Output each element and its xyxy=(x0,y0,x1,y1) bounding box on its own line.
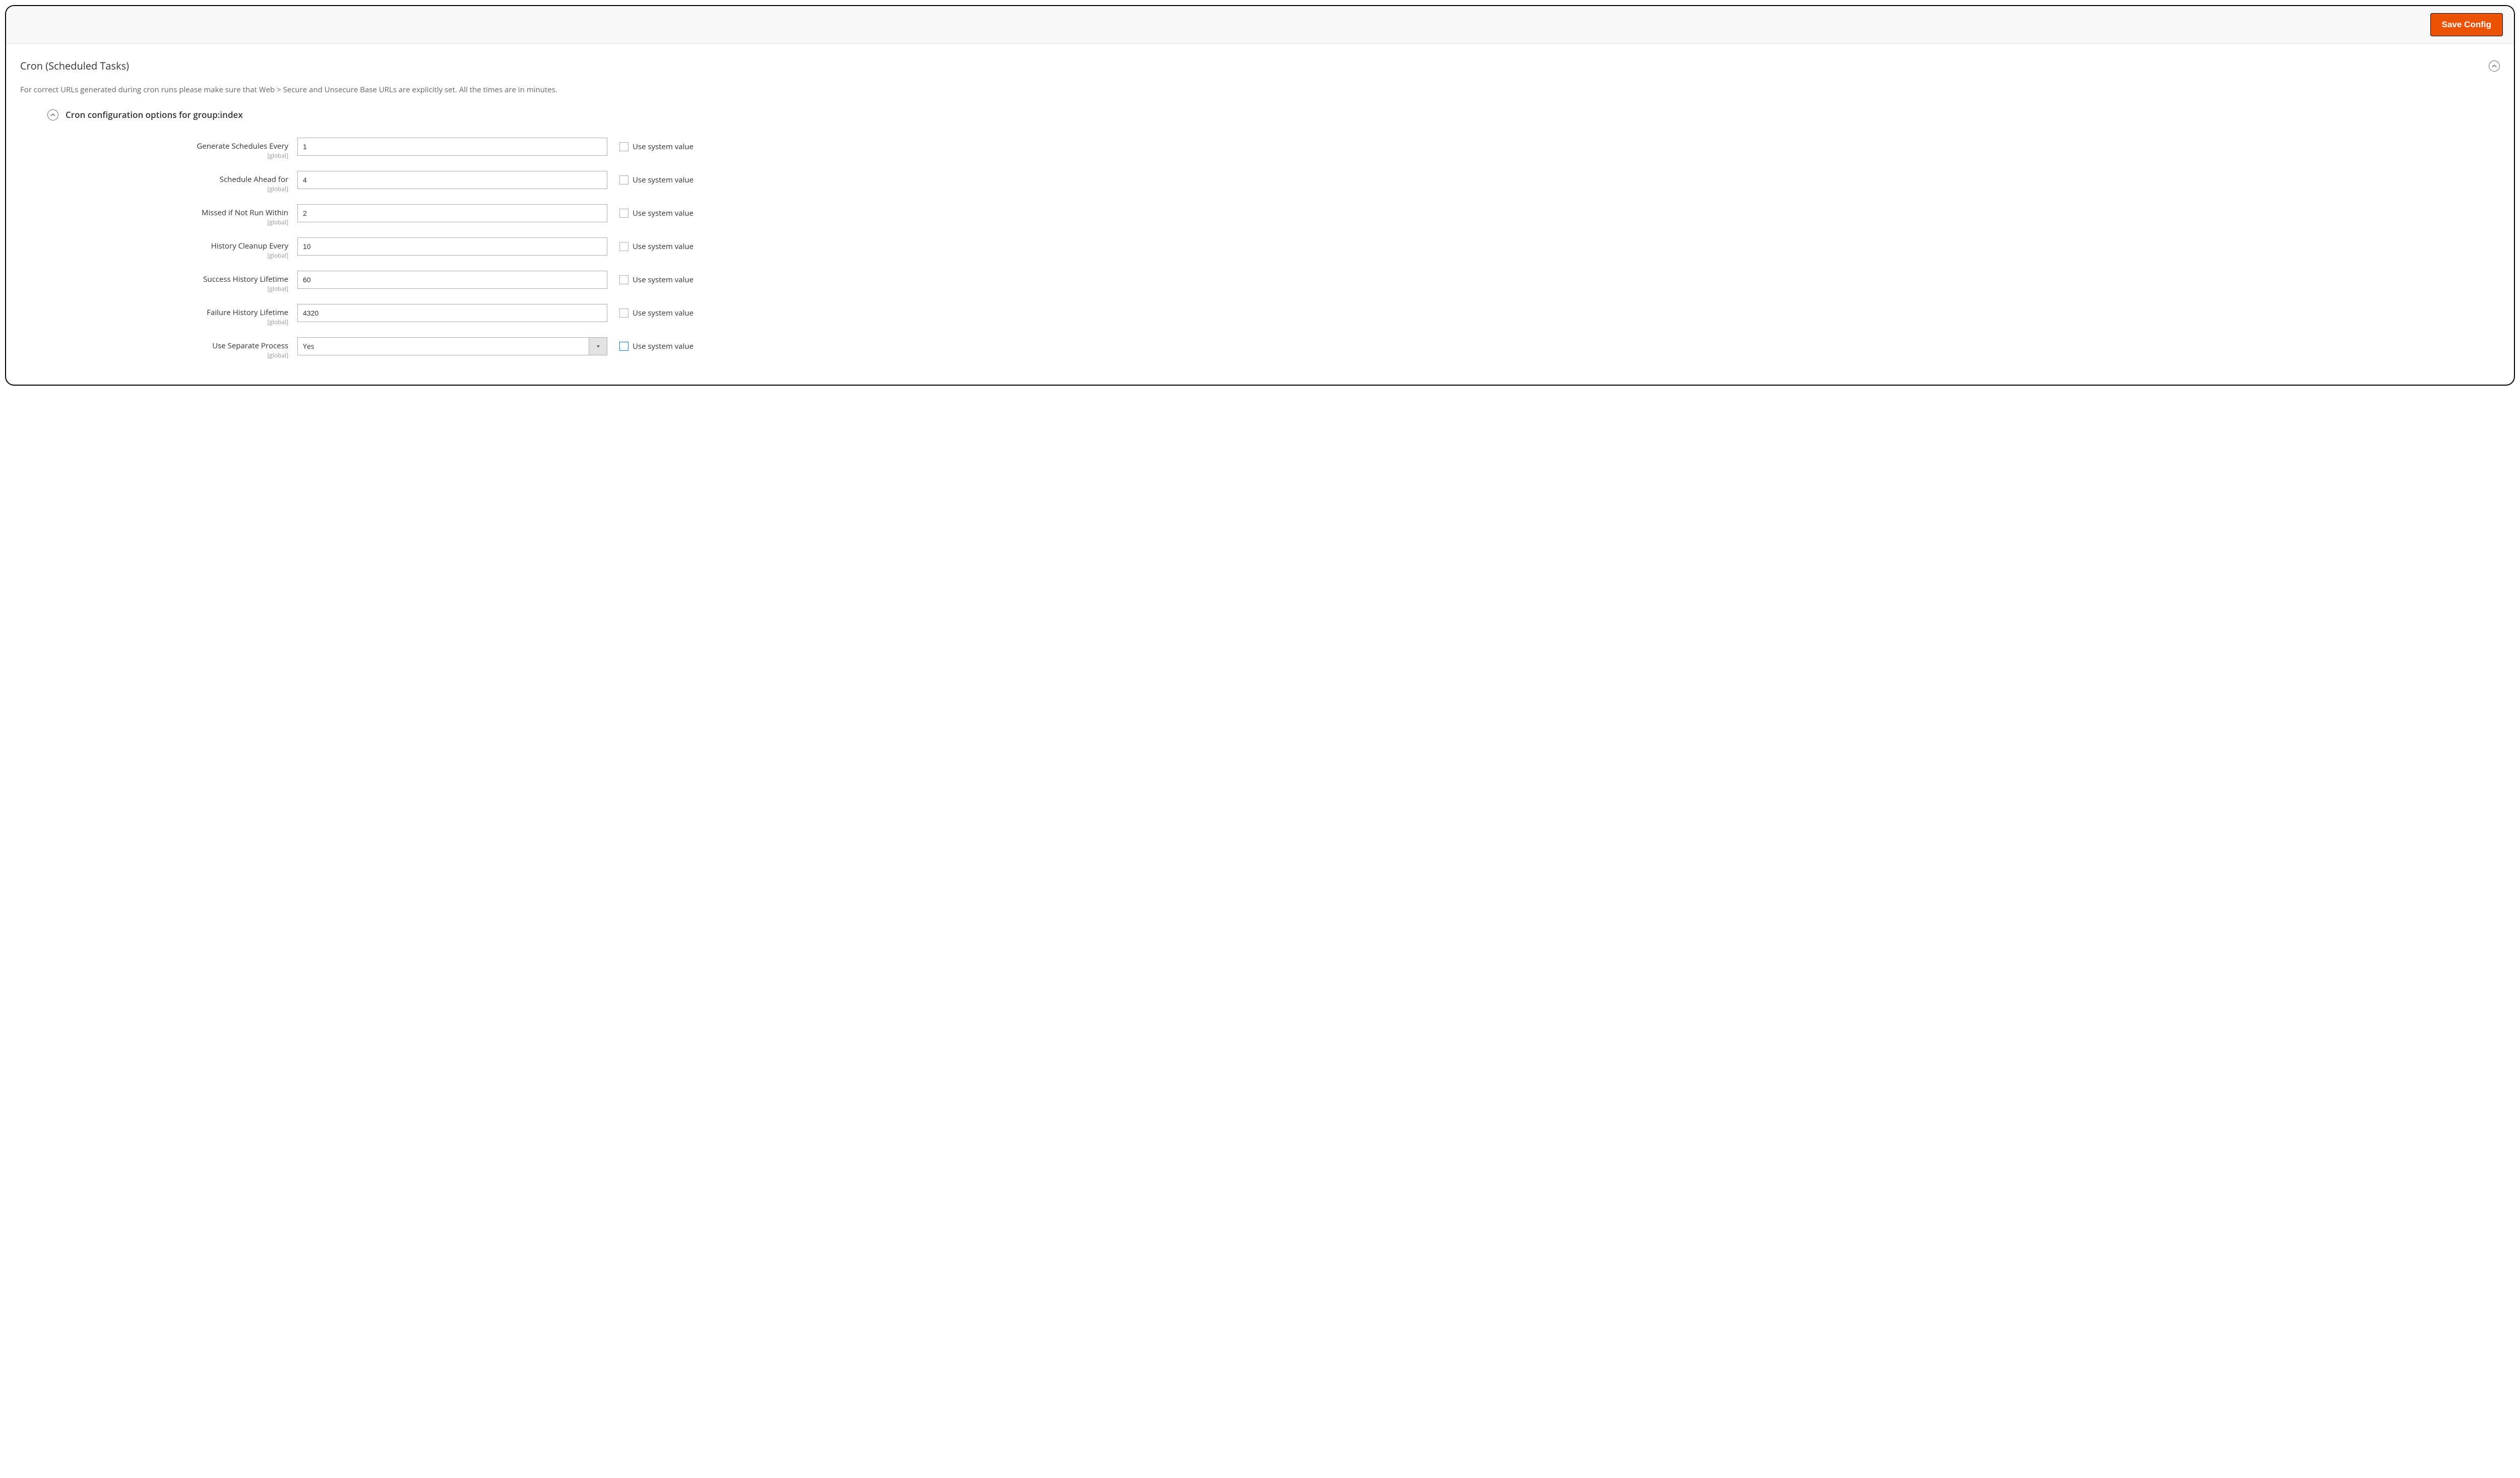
scope-label: [global] xyxy=(20,251,288,260)
checkbox-use-system-schedule-ahead[interactable] xyxy=(619,175,628,184)
select-separate-process[interactable]: Yes xyxy=(297,337,607,355)
scope-label: [global] xyxy=(20,184,288,193)
content-area: Cron (Scheduled Tasks) For correct URLs … xyxy=(6,44,2514,385)
checkbox-label[interactable]: Use system value xyxy=(633,208,694,218)
section-collapse-toggle[interactable] xyxy=(2489,60,2500,72)
section-title: Cron (Scheduled Tasks) xyxy=(20,59,129,73)
save-config-button[interactable]: Save Config xyxy=(2430,13,2503,36)
checkbox-use-system-missed-if[interactable] xyxy=(619,209,628,218)
label-history-cleanup: History Cleanup Every xyxy=(20,241,288,251)
row-success-lifetime: Success History Lifetime [global] Use sy… xyxy=(20,271,2500,293)
input-failure-lifetime[interactable] xyxy=(297,304,607,322)
input-success-lifetime[interactable] xyxy=(297,271,607,289)
input-history-cleanup[interactable] xyxy=(297,237,607,256)
subsection-header[interactable]: Cron configuration options for group:ind… xyxy=(47,109,2500,120)
section-note: For correct URLs generated during cron r… xyxy=(20,85,2500,95)
row-generate-schedules: Generate Schedules Every [global] Use sy… xyxy=(20,138,2500,160)
checkbox-use-system-success-lifetime[interactable] xyxy=(619,275,628,284)
input-schedule-ahead[interactable] xyxy=(297,171,607,189)
row-history-cleanup: History Cleanup Every [global] Use syste… xyxy=(20,237,2500,260)
chevron-up-icon xyxy=(50,112,55,117)
checkbox-label[interactable]: Use system value xyxy=(633,175,694,185)
select-value: Yes xyxy=(298,338,589,355)
label-separate-process: Use Separate Process xyxy=(20,341,288,350)
row-schedule-ahead: Schedule Ahead for [global] Use system v… xyxy=(20,171,2500,193)
subsection-collapse-toggle[interactable] xyxy=(47,109,58,120)
checkbox-label[interactable]: Use system value xyxy=(633,275,694,285)
subsection-title: Cron configuration options for group:ind… xyxy=(66,109,243,120)
checkbox-label[interactable]: Use system value xyxy=(633,241,694,252)
dropdown-arrow xyxy=(589,338,607,355)
checkbox-use-system-generate-schedules[interactable] xyxy=(619,142,628,151)
checkbox-label[interactable]: Use system value xyxy=(633,142,694,152)
row-failure-lifetime: Failure History Lifetime [global] Use sy… xyxy=(20,304,2500,326)
row-missed-if: Missed if Not Run Within [global] Use sy… xyxy=(20,204,2500,226)
label-success-lifetime: Success History Lifetime xyxy=(20,275,288,284)
label-schedule-ahead: Schedule Ahead for xyxy=(20,175,288,184)
section-header: Cron (Scheduled Tasks) xyxy=(20,59,2500,73)
scope-label: [global] xyxy=(20,284,288,293)
checkbox-use-system-failure-lifetime[interactable] xyxy=(619,309,628,318)
scope-label: [global] xyxy=(20,318,288,326)
input-generate-schedules[interactable] xyxy=(297,138,607,156)
form-rows: Generate Schedules Every [global] Use sy… xyxy=(20,138,2500,359)
scope-label: [global] xyxy=(20,151,288,160)
scope-label: [global] xyxy=(20,218,288,226)
input-missed-if[interactable] xyxy=(297,204,607,222)
checkbox-label[interactable]: Use system value xyxy=(633,308,694,318)
checkbox-use-system-history-cleanup[interactable] xyxy=(619,242,628,251)
triangle-down-icon xyxy=(596,344,600,348)
label-failure-lifetime: Failure History Lifetime xyxy=(20,308,288,317)
label-missed-if: Missed if Not Run Within xyxy=(20,208,288,217)
scope-label: [global] xyxy=(20,351,288,359)
checkbox-label[interactable]: Use system value xyxy=(633,341,694,351)
row-separate-process: Use Separate Process [global] Yes Use sy… xyxy=(20,337,2500,359)
chevron-up-icon xyxy=(2492,64,2497,69)
top-actions-bar: Save Config xyxy=(6,6,2514,44)
checkbox-use-system-separate-process[interactable] xyxy=(619,342,628,351)
label-generate-schedules: Generate Schedules Every xyxy=(20,142,288,151)
config-panel: Save Config Cron (Scheduled Tasks) For c… xyxy=(5,5,2515,386)
